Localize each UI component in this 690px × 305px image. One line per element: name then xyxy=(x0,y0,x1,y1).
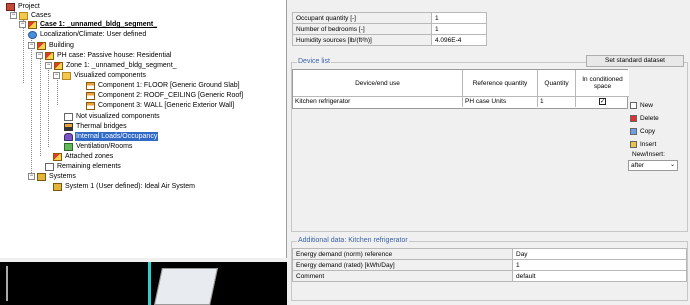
tree-item-not-visualized[interactable]: Not visualized components xyxy=(64,112,161,121)
building-model xyxy=(154,268,218,305)
device-grid[interactable]: Device/end use Reference quantity Quanti… xyxy=(292,69,629,109)
energy-rated-label: Energy demand (rated) [kWh/Day] xyxy=(292,259,513,271)
bedrooms-field[interactable]: 1 xyxy=(431,23,487,35)
bedrooms-label: Number of bedrooms [-] xyxy=(292,23,432,35)
collapse-toggle-icon[interactable]: − xyxy=(28,173,35,180)
collapse-toggle-icon[interactable]: − xyxy=(10,12,17,19)
tree-item-component-3[interactable]: Component 3: WALL [Generic Exterior Wall… xyxy=(86,101,235,110)
tree-item-component-1[interactable]: Component 1: FLOOR [Generic Ground Slab] xyxy=(86,81,241,90)
tree-item-ph-case[interactable]: − PH case: Passive house: Residential xyxy=(36,51,172,60)
additional-data-title: Additional data: Kitchen refrigerator xyxy=(297,237,409,244)
case-icon xyxy=(28,20,37,29)
quantity-cell[interactable]: 1 xyxy=(538,97,576,107)
collapse-toggle-icon[interactable]: − xyxy=(28,42,35,49)
column-header-conditioned[interactable]: In conditioned space xyxy=(576,70,629,97)
occupant-quantity-field[interactable]: 1 xyxy=(431,12,487,24)
folder-icon xyxy=(62,71,71,80)
zone-icon xyxy=(54,61,63,70)
tree-item-component-2[interactable]: Component 2: ROOF_CEILING [Generic Roof] xyxy=(86,91,244,100)
ventilation-icon xyxy=(64,142,73,151)
component-icon xyxy=(86,91,95,100)
occupancy-table: Occupant quantity [-] 1 Number of bedroo… xyxy=(292,12,487,46)
device-cell[interactable]: Kitchen refrigerator xyxy=(293,97,463,107)
component-icon xyxy=(86,81,95,90)
tree-item-project[interactable]: Project xyxy=(6,2,41,11)
table-row: Energy demand (rated) [kWh/Day] 1 xyxy=(292,259,687,271)
component-icon xyxy=(86,101,95,110)
comment-field[interactable]: default xyxy=(512,270,687,282)
viewport-ruler xyxy=(6,266,8,301)
collapse-toggle-icon[interactable]: − xyxy=(36,52,43,59)
project-icon xyxy=(6,2,15,11)
tree-item-remaining[interactable]: Remaining elements xyxy=(45,162,122,171)
system-icon xyxy=(53,182,62,191)
insert-icon xyxy=(630,140,637,148)
new-icon xyxy=(630,101,637,109)
systems-icon xyxy=(37,172,46,181)
occupancy-icon xyxy=(64,132,73,141)
z-axis-indicator xyxy=(148,262,151,305)
tree-item-building[interactable]: − Building xyxy=(28,41,75,50)
energy-rated-field[interactable]: 1 xyxy=(512,259,687,271)
tree-item-internal-loads[interactable]: Internal Loads/Occupancy xyxy=(64,132,159,141)
new-insert-label: New/Insert: xyxy=(632,151,665,158)
column-header-quantity[interactable]: Quantity xyxy=(538,70,576,97)
tree-item-attached-zones[interactable]: Attached zones xyxy=(53,152,114,161)
collapse-toggle-icon[interactable]: − xyxy=(53,72,60,79)
tree-item-thermal-bridges[interactable]: Thermal bridges xyxy=(64,122,128,131)
conditioned-checkbox[interactable]: ✓ xyxy=(599,97,606,105)
insert-button[interactable]: Insert xyxy=(630,139,656,149)
table-row: Number of bedrooms [-] 1 xyxy=(292,23,487,35)
ph-case-icon xyxy=(45,51,54,60)
copy-icon xyxy=(630,127,637,135)
3d-viewport[interactable] xyxy=(0,262,287,305)
document-icon xyxy=(64,112,73,121)
humidity-field[interactable]: 4.096E-4 xyxy=(431,34,487,46)
new-button[interactable]: New xyxy=(630,100,653,110)
folder-icon xyxy=(19,11,28,20)
table-row: Occupant quantity [-] 1 xyxy=(292,12,487,24)
comment-label: Comment xyxy=(292,270,513,282)
building-icon xyxy=(37,41,46,50)
tree-item-localization[interactable]: Localization/Climate: User defined xyxy=(28,30,147,39)
globe-icon xyxy=(28,30,37,39)
device-list-title: Device list xyxy=(297,58,331,65)
attached-zone-icon xyxy=(53,152,62,161)
humidity-label: Humidity sources [lb/(ft²h)] xyxy=(292,34,432,46)
tree-item-ventilation[interactable]: Ventilation/Rooms xyxy=(64,142,133,151)
tree-item-case[interactable]: − Case 1: _unnamed_bldg_segment_ xyxy=(19,20,158,29)
column-header-reference[interactable]: Reference quantity xyxy=(463,70,538,97)
reference-cell[interactable]: PH case Units xyxy=(463,97,538,107)
additional-data-table: Energy demand (norm) reference Day Energ… xyxy=(292,248,687,282)
energy-norm-reference-label: Energy demand (norm) reference xyxy=(292,248,513,260)
energy-norm-reference-field[interactable]: Day xyxy=(512,248,687,260)
document-icon xyxy=(45,162,54,171)
tree-item-system-1[interactable]: System 1 (User defined): Ideal Air Syste… xyxy=(53,182,196,191)
table-row: Energy demand (norm) reference Day xyxy=(292,248,687,260)
chevron-down-icon: ⌄ xyxy=(669,162,676,168)
column-header-device[interactable]: Device/end use xyxy=(293,70,463,97)
tree-item-systems[interactable]: − Systems xyxy=(28,172,77,181)
collapse-toggle-icon[interactable]: − xyxy=(19,21,26,28)
table-row: Comment default xyxy=(292,270,687,282)
project-tree[interactable]: Project − Cases − Case 1: _unnamed_bldg_… xyxy=(0,0,287,258)
delete-icon xyxy=(630,114,637,122)
tree-item-cases[interactable]: − Cases xyxy=(10,11,52,20)
collapse-toggle-icon[interactable]: − xyxy=(45,62,52,69)
tree-item-visualized[interactable]: − Visualized components xyxy=(53,71,147,80)
thermal-bridge-icon xyxy=(64,122,73,131)
occupant-quantity-label: Occupant quantity [-] xyxy=(292,12,432,24)
conditioned-cell[interactable]: ✓ xyxy=(576,97,629,107)
copy-button[interactable]: Copy xyxy=(630,126,655,136)
set-standard-dataset-button[interactable]: Set standard dataset xyxy=(586,55,684,67)
tree-item-zone[interactable]: − Zone 1: _unnamed_bldg_segment_ xyxy=(45,61,178,70)
delete-button[interactable]: Delete xyxy=(630,113,659,123)
insert-position-dropdown[interactable]: after ⌄ xyxy=(628,160,678,171)
table-row: Humidity sources [lb/(ft²h)] 4.096E-4 xyxy=(292,34,487,46)
